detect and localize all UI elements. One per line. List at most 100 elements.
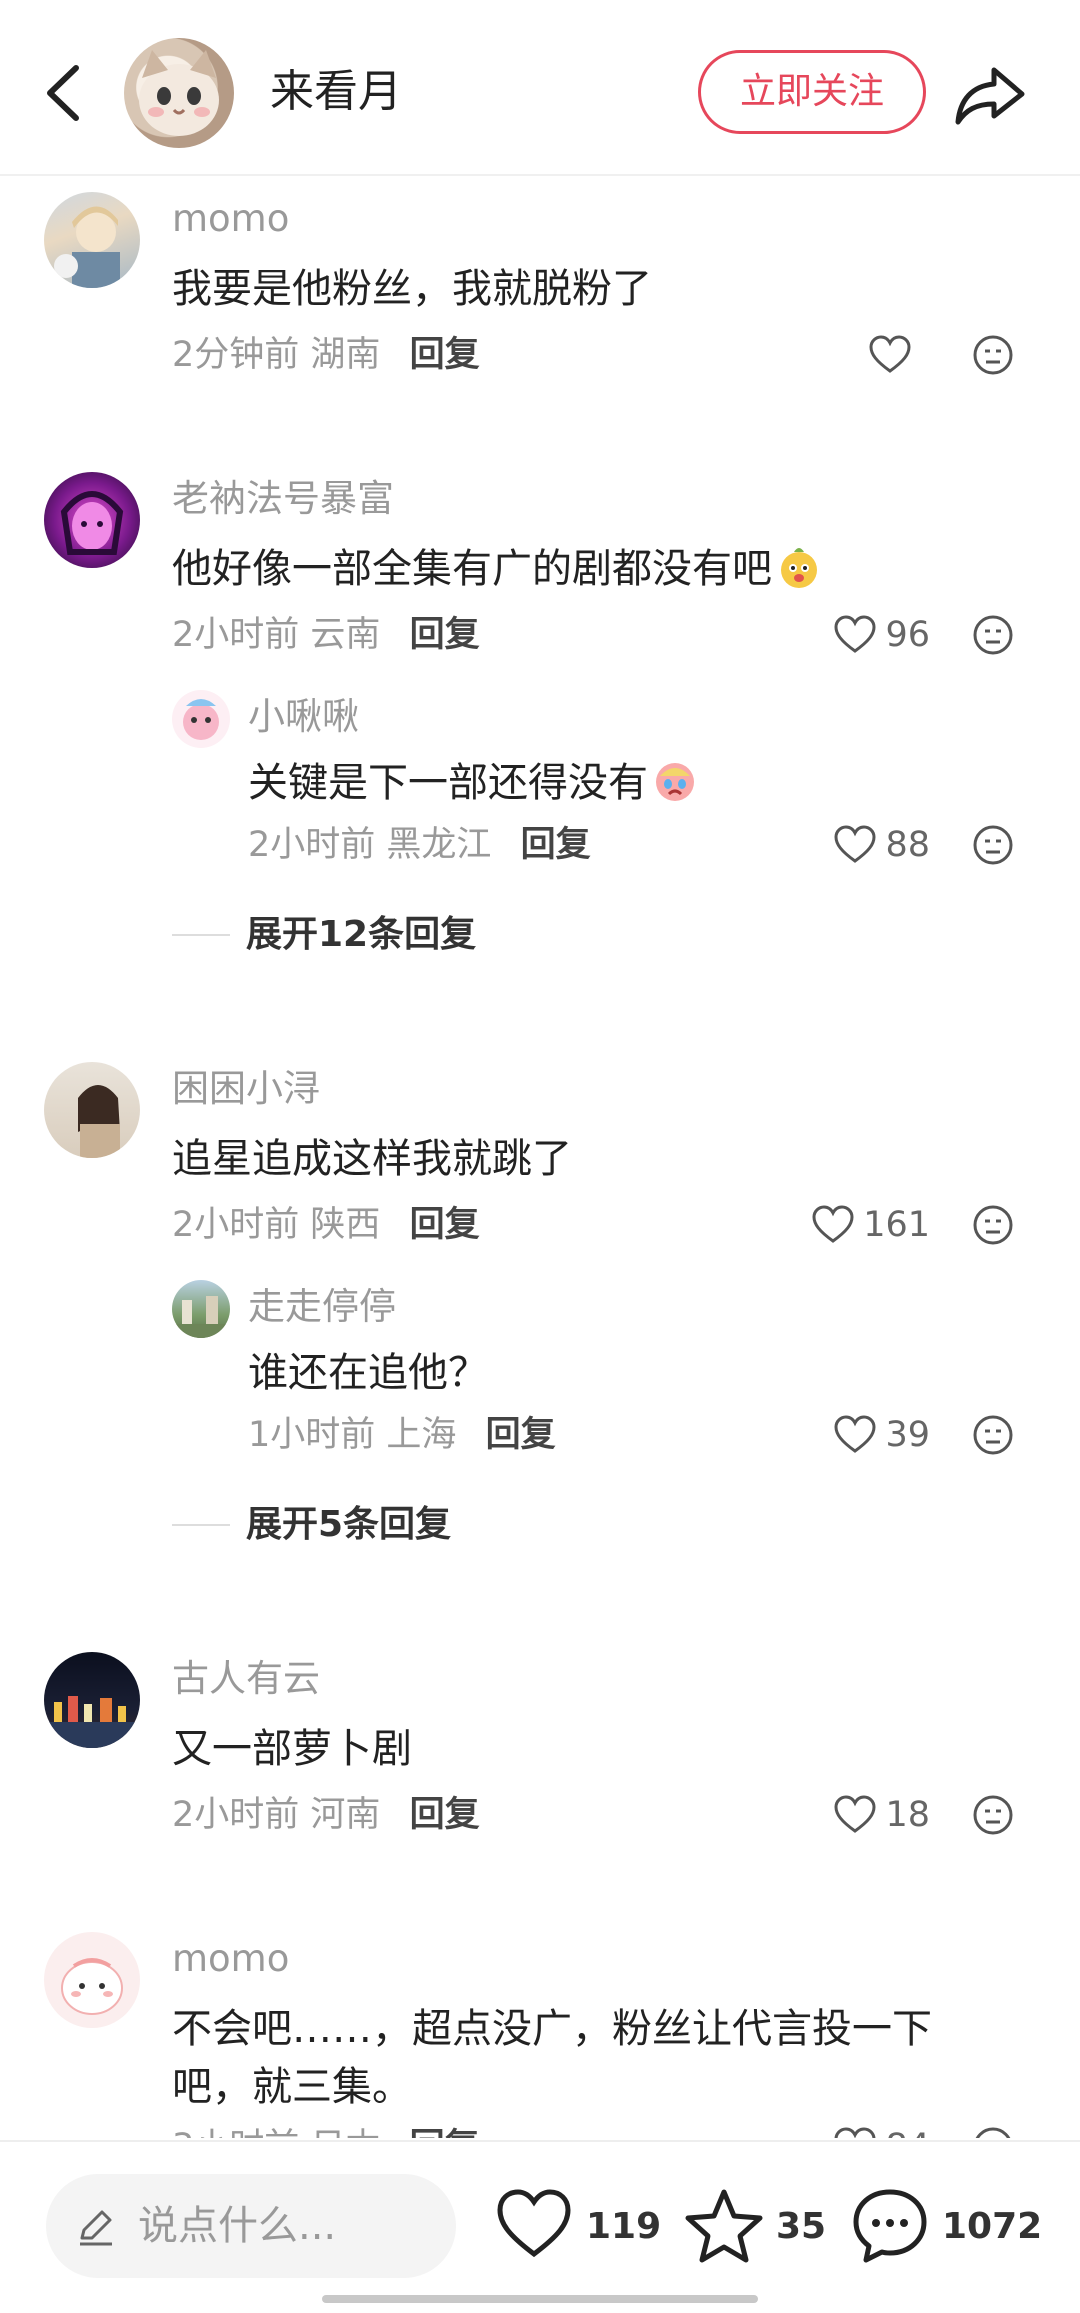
like-button[interactable]: 161 bbox=[811, 1200, 930, 1250]
post-collect-button[interactable]: 35 bbox=[684, 2178, 826, 2274]
like-button[interactable] bbox=[868, 330, 930, 380]
post-comment-count: 1072 bbox=[942, 2205, 1043, 2247]
post-like-count: 119 bbox=[586, 2205, 662, 2247]
expand-divider bbox=[172, 934, 230, 936]
dislike-face-icon[interactable] bbox=[972, 1414, 1014, 1456]
anime-girl-avatar-icon bbox=[60, 491, 124, 555]
reply-time: 2小时前 bbox=[248, 825, 376, 865]
comment-location: 湖南 bbox=[310, 335, 381, 375]
reply-avatar[interactable] bbox=[172, 1280, 230, 1338]
home-indicator[interactable] bbox=[322, 2295, 758, 2303]
reply-commenter-name[interactable]: 走走停停 bbox=[248, 1282, 396, 1332]
heart-icon bbox=[834, 1795, 876, 1833]
commenter-avatar[interactable] bbox=[44, 472, 140, 568]
heart-icon bbox=[835, 2127, 876, 2138]
commenter-avatar[interactable] bbox=[44, 192, 140, 288]
cartoon-avatar-icon bbox=[183, 699, 219, 740]
comment-text-line2: 吧，就三集。 bbox=[172, 2064, 412, 2110]
reply-button[interactable]: 回复 bbox=[410, 615, 480, 655]
commenter-avatar[interactable] bbox=[44, 1932, 140, 2028]
commenter-name[interactable]: 古人有云 bbox=[172, 1654, 320, 1704]
dislike-face-icon[interactable] bbox=[972, 614, 1014, 656]
anime-boy-avatar-icon bbox=[54, 206, 120, 288]
reply-button[interactable]: 回复 bbox=[410, 2127, 480, 2138]
city-night-avatar-icon bbox=[44, 1696, 140, 1748]
commenter-name[interactable]: 老衲法号暴富 bbox=[172, 474, 394, 524]
comment-meta: 2小时前 陕西 回复 bbox=[172, 1200, 480, 1250]
chick-emoji-icon bbox=[781, 548, 817, 588]
comment-location: 河南 bbox=[310, 1795, 381, 1835]
reply-button[interactable]: 回复 bbox=[521, 825, 591, 865]
like-button[interactable]: 96 bbox=[833, 610, 930, 660]
like-count: 39 bbox=[885, 1415, 930, 1455]
heart-icon bbox=[834, 615, 876, 653]
reply-meta: 2小时前 黑龙江 回复 bbox=[248, 820, 591, 870]
expand-divider bbox=[172, 1524, 230, 1526]
dislike-face-icon[interactable] bbox=[972, 334, 1014, 376]
commenter-name[interactable]: momo bbox=[172, 1934, 289, 1984]
post-collect-count: 35 bbox=[776, 2205, 827, 2247]
post-comment-button[interactable]: 1072 bbox=[850, 2178, 1042, 2274]
commenter-name[interactable]: momo bbox=[172, 194, 289, 244]
share-icon[interactable] bbox=[950, 54, 1030, 134]
post-like-button[interactable]: 119 bbox=[494, 2178, 661, 2274]
comment-text: 又一部萝卜剧 bbox=[172, 1726, 412, 1772]
page-title: 来看月 bbox=[270, 66, 402, 117]
expand-replies-button[interactable]: 展开12条回复 bbox=[246, 910, 476, 960]
comment-time: 2分钟前 bbox=[172, 335, 300, 375]
comment-input[interactable]: 说点什么... bbox=[46, 2174, 456, 2278]
comment-time: 2小时前 bbox=[172, 615, 300, 655]
like-button[interactable]: 39 bbox=[833, 1410, 930, 1460]
commenter-avatar[interactable] bbox=[44, 1062, 140, 1158]
like-button[interactable]: 84 bbox=[833, 2122, 930, 2138]
reply-avatar[interactable] bbox=[172, 690, 230, 748]
star-icon bbox=[685, 2189, 763, 2263]
top-navigation-bar: 来看月 立即关注 bbox=[0, 0, 1080, 176]
like-button[interactable]: 18 bbox=[833, 1790, 930, 1840]
dislike-face-icon[interactable] bbox=[972, 1204, 1014, 1246]
reply-location: 上海 bbox=[386, 1415, 457, 1455]
comment-location: 云南 bbox=[310, 615, 381, 655]
dislike-face-icon[interactable] bbox=[972, 2126, 1014, 2138]
reply-commenter-name[interactable]: 小啾啾 bbox=[248, 692, 359, 742]
comment-meta: 3小时前 日本 回复 bbox=[172, 2122, 480, 2138]
back-arrow-icon[interactable] bbox=[34, 58, 94, 128]
comment-meta: 2小时前 河南 回复 bbox=[172, 1790, 480, 1840]
commenter-name[interactable]: 困困小浔 bbox=[172, 1064, 320, 1114]
comment-time: 3小时前 bbox=[172, 2127, 299, 2138]
like-count: 88 bbox=[885, 825, 930, 865]
reply-button[interactable]: 回复 bbox=[410, 1795, 480, 1835]
reply-text-content: 关键是下一部还得没有 bbox=[248, 760, 648, 806]
dislike-face-icon[interactable] bbox=[972, 824, 1014, 866]
author-avatar[interactable] bbox=[124, 38, 234, 148]
like-button[interactable]: 88 bbox=[833, 820, 930, 870]
reply-button[interactable]: 回复 bbox=[486, 1415, 556, 1455]
girl-photo-avatar-icon bbox=[78, 1085, 120, 1158]
heart-icon bbox=[834, 825, 876, 863]
reply-text: 关键是下一部还得没有 bbox=[248, 754, 698, 812]
like-count: 96 bbox=[885, 615, 930, 655]
like-count: 161 bbox=[863, 1205, 930, 1245]
like-count: 84 bbox=[885, 2127, 930, 2138]
comment-location: 日本 bbox=[310, 2127, 380, 2138]
reply-meta: 1小时前 上海 回复 bbox=[248, 1410, 556, 1460]
comment-time: 2小时前 bbox=[172, 1205, 300, 1245]
commenter-avatar[interactable] bbox=[44, 1652, 140, 1748]
bottom-action-bar: 说点什么... 119 35 1072 bbox=[0, 2140, 1080, 2313]
heart-icon bbox=[869, 335, 911, 373]
reply-time: 1小时前 bbox=[248, 1415, 376, 1455]
comment-time: 2小时前 bbox=[172, 1795, 300, 1835]
reply-button[interactable]: 回复 bbox=[410, 1205, 480, 1245]
comment-text: 我要是他粉丝，我就脱粉了 bbox=[172, 266, 652, 312]
follow-button[interactable]: 立即关注 bbox=[698, 50, 926, 134]
comment-meta: 2分钟前 湖南 回复 bbox=[172, 330, 480, 380]
reply-button[interactable]: 回复 bbox=[410, 335, 480, 375]
comment-text: 追星追成这样我就跳了 bbox=[172, 1136, 572, 1182]
comment-list[interactable]: momo 我要是他粉丝，我就脱粉了 2分钟前 湖南 回复 老衲法号暴富 他好像一… bbox=[0, 178, 1080, 2138]
landscape-avatar-icon bbox=[172, 1296, 230, 1338]
heart-icon bbox=[497, 2189, 571, 2258]
expand-replies-button[interactable]: 展开5条回复 bbox=[246, 1500, 451, 1550]
cat-face-icon bbox=[139, 50, 219, 136]
comment-location: 陕西 bbox=[310, 1205, 381, 1245]
dislike-face-icon[interactable] bbox=[972, 1794, 1014, 1836]
